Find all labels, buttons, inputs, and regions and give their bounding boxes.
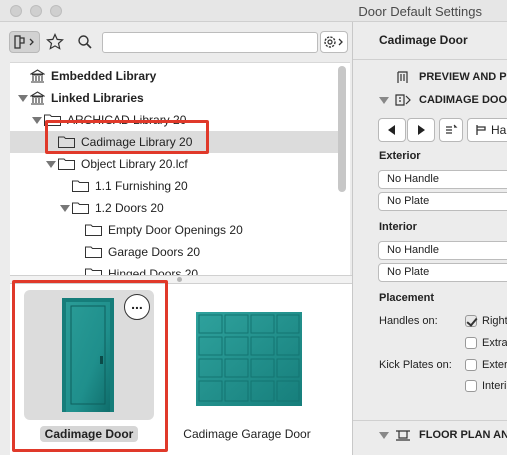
panel-preview-positioning[interactable]: PREVIEW AND POSITIONING [379,66,507,88]
kickplate-interior-label: Interior [482,380,507,392]
divider [353,59,507,60]
floor-plan-icon [396,430,410,441]
panel-title: FLOOR PLAN AND SECTION [419,429,507,441]
settings-panel: Cadimage Door PREVIEW AND POSITIONING CA… [352,22,507,455]
interior-handle-select[interactable]: No Handle [378,241,507,260]
tree-item-label: Embedded Library [51,69,157,83]
expand-triangle-icon[interactable] [32,115,42,125]
search-button[interactable] [74,31,96,53]
handles-page-button[interactable]: Handles [467,118,507,142]
kickplate-exterior-label: Exterior [482,359,507,371]
expand-triangle-icon[interactable] [18,93,28,103]
favorites-button[interactable] [44,31,66,53]
tree-item-label: Linked Libraries [51,91,144,105]
cadimage-settings-icon [395,94,411,106]
expand-triangle-icon[interactable] [379,430,389,440]
next-page-button[interactable] [407,118,435,142]
panel-cadimage-door-settings[interactable]: CADIMAGE DOOR SETTINGS [379,89,507,111]
placement-label: Placement [379,292,435,304]
handles-button-label: Handles [491,123,507,137]
panel-floor-plan-section[interactable]: FLOOR PLAN AND SECTION [379,424,507,446]
exterior-label: Exterior [379,150,421,162]
triangle-left-icon [388,125,395,135]
tree-item-garage-doors[interactable]: Garage Doors 20 [10,241,340,263]
tree-item-empty-door-openings[interactable]: Empty Door Openings 20 [10,219,340,241]
handles-right-label: Right [482,315,507,327]
zoom-window-button[interactable] [50,5,62,17]
handles-extra-label: Extra [482,337,507,349]
library-icon [30,69,45,83]
expand-triangle-icon[interactable] [60,203,70,213]
tree-item-label: Garage Doors 20 [108,245,201,259]
close-window-button[interactable] [10,5,22,17]
library-view-button[interactable] [9,31,40,53]
expand-triangle-icon[interactable] [46,159,56,169]
garage-door-thumbnail-icon [196,312,302,406]
gear-icon [324,36,343,48]
tree-item-embedded-library[interactable]: Embedded Library [10,65,340,87]
settings-menu-button[interactable] [320,31,348,53]
page-menu-button[interactable] [439,118,463,142]
folder-icon [85,224,102,236]
preview-panel-icon [397,71,408,83]
folder-icon [85,268,102,275]
tree-item-object-library[interactable]: Object Library 20.lcf [10,153,340,175]
tree-item-furnishing[interactable]: 1.1 Furnishing 20 [10,175,340,197]
panel-title: PREVIEW AND POSITIONING [419,71,507,83]
tree-item-label: 1.2 Doors 20 [95,201,164,215]
folder-icon [85,246,102,258]
triangle-right-icon [418,125,425,135]
tree-item-label: Hinged Doors 20 [108,267,199,275]
exterior-handle-select[interactable]: No Handle [378,170,507,189]
page-list-icon [446,124,458,134]
minimize-window-button[interactable] [30,5,42,17]
kickplate-interior-checkbox[interactable] [465,380,477,392]
tree-item-linked-libraries[interactable]: Linked Libraries [10,87,340,109]
highlight-box-door [12,280,168,452]
object-item-label: Cadimage Garage Door [183,427,311,441]
highlight-box-library [45,120,209,154]
window-title: Door Default Settings [358,4,482,19]
interior-label: Interior [379,221,417,233]
library-toolbar [0,22,352,62]
search-input[interactable] [102,32,318,53]
tree-item-hinged-doors[interactable]: Hinged Doors 20 [10,263,340,275]
library-tree[interactable]: Embedded Library Linked Libraries ARCHIC… [10,62,350,275]
title-bar: Door Default Settings [0,0,507,22]
tree-item-label: 1.1 Furnishing 20 [95,179,188,193]
exterior-plate-select[interactable]: No Plate [378,192,507,211]
library-tree-icon [13,35,34,49]
search-icon [78,35,92,49]
star-icon [46,33,64,50]
folder-icon [72,180,89,192]
library-icon [30,91,45,105]
tree-item-label: Empty Door Openings 20 [108,223,243,237]
handles-on-label: Handles on: [379,315,438,327]
object-name: Cadimage Door [379,33,468,47]
handle-icon [476,125,486,135]
handles-right-checkbox[interactable] [465,315,477,327]
prev-page-button[interactable] [378,118,406,142]
splitter-handle-icon[interactable] [177,277,182,282]
interior-plate-select[interactable]: No Plate [378,263,507,282]
panel-title: CADIMAGE DOOR SETTINGS [419,94,507,106]
expand-triangle-icon[interactable] [379,95,389,105]
kickplate-exterior-checkbox[interactable] [465,359,477,371]
tree-item-label: Object Library 20.lcf [81,157,188,171]
folder-icon [72,202,89,214]
tree-scrollbar[interactable] [338,66,346,192]
handles-extra-checkbox[interactable] [465,337,477,349]
object-item-cadimage-garage-door[interactable]: Cadimage Garage Door [172,284,324,452]
tree-item-doors[interactable]: 1.2 Doors 20 [10,197,340,219]
kick-plates-on-label: Kick Plates on: [379,359,452,371]
divider [353,420,507,421]
folder-icon [58,158,75,170]
